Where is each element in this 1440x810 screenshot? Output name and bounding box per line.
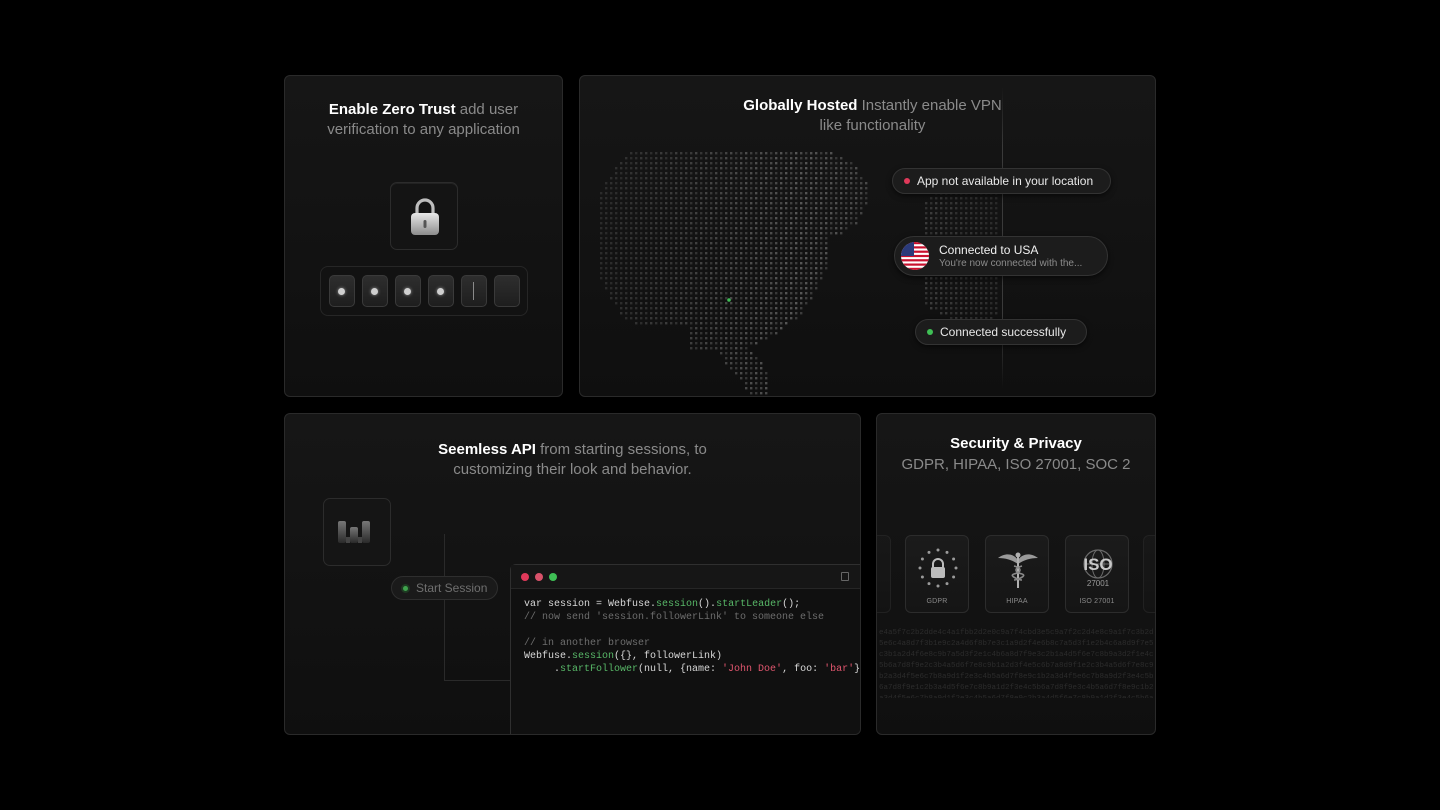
pin-slot[interactable] — [361, 275, 388, 307]
usa-flag-icon — [901, 242, 929, 270]
iso-globe-icon: ISO 27001 — [1083, 549, 1113, 588]
globally-hosted-card: Globally Hosted Instantly enable VPN lik… — [579, 75, 1156, 397]
svg-text:ISO: ISO — [1083, 555, 1112, 574]
pin-input[interactable] — [320, 266, 528, 316]
security-title: Security & Privacy — [950, 435, 1082, 452]
iso-badge: ISO 27001 ISO 27001 — [1065, 535, 1129, 613]
pin-slot[interactable] — [328, 275, 355, 307]
caduceus-icon — [998, 552, 1038, 588]
minimize-dot-icon[interactable] — [535, 573, 543, 581]
svg-text:27001: 27001 — [1087, 579, 1110, 588]
lock-tile — [390, 182, 458, 250]
connected-success-toast: Connected successfully — [915, 319, 1087, 345]
pin-slot-active[interactable] — [460, 275, 487, 307]
zero-trust-card: Enable Zero Trust add user verification … — [284, 75, 563, 397]
code-window-titlebar — [511, 565, 860, 589]
gdpr-badge: GDPR — [905, 535, 969, 613]
pin-slot[interactable] — [427, 275, 454, 307]
copy-icon[interactable] — [841, 572, 849, 581]
toast-text: App not available in your location — [917, 174, 1094, 188]
compliance-badge-partial — [1143, 535, 1155, 613]
pin-slot[interactable] — [493, 275, 520, 307]
code-snippet: var session = Webfuse.session().startLea… — [524, 599, 861, 675]
location-unavailable-toast: App not available in your location — [892, 168, 1111, 194]
webfuse-logo-icon — [338, 521, 370, 543]
close-dot-icon[interactable] — [521, 573, 529, 581]
success-dot-icon — [927, 329, 933, 335]
maximize-dot-icon[interactable] — [549, 573, 557, 581]
seemless-api-card: Seemless API from starting sessions, to … — [284, 413, 861, 735]
lock-icon — [411, 198, 439, 235]
start-session-label: Start Session — [416, 581, 488, 595]
start-session-button[interactable]: Start Session — [391, 576, 498, 600]
zero-trust-title: Enable Zero Trust add user verification … — [327, 101, 520, 138]
status-dot-icon — [403, 585, 408, 591]
webfuse-logo-tile — [323, 498, 391, 566]
gdpr-icon — [918, 548, 958, 588]
security-privacy-card: Security & Privacy GDPR, HIPAA, ISO 2700… — [876, 413, 1156, 735]
gdpr-label: GDPR — [926, 598, 948, 605]
toast-text: Connected successfully — [940, 325, 1067, 339]
code-window: var session = Webfuse.session().startLea… — [510, 564, 861, 734]
pin-slot[interactable] — [394, 275, 421, 307]
compliance-badge-partial — [877, 535, 891, 613]
hipaa-badge: HIPAA — [985, 535, 1049, 613]
security-subtitle: GDPR, HIPAA, ISO 27001, SOC 2 — [901, 456, 1131, 473]
error-dot-icon — [904, 178, 910, 184]
hipaa-label: HIPAA — [1006, 598, 1028, 605]
usa-title: Connected to USA — [939, 242, 1039, 257]
flow-line — [444, 534, 445, 680]
connected-usa-toast: Connected to USA You're now connected wi… — [894, 236, 1108, 276]
flow-line — [444, 680, 510, 681]
hash-background-text: e4a5f7c2b2dde4c4a1fbb2d2e0c9a7f4cbd3e5c9… — [879, 629, 1154, 698]
globally-hosted-title: Globally Hosted Instantly enable VPN lik… — [743, 97, 1002, 134]
iso-label: ISO 27001 — [1079, 598, 1115, 605]
api-title: Seemless API from starting sessions, to … — [438, 441, 707, 478]
usa-subtitle: You're now connected with the... — [939, 257, 1083, 269]
